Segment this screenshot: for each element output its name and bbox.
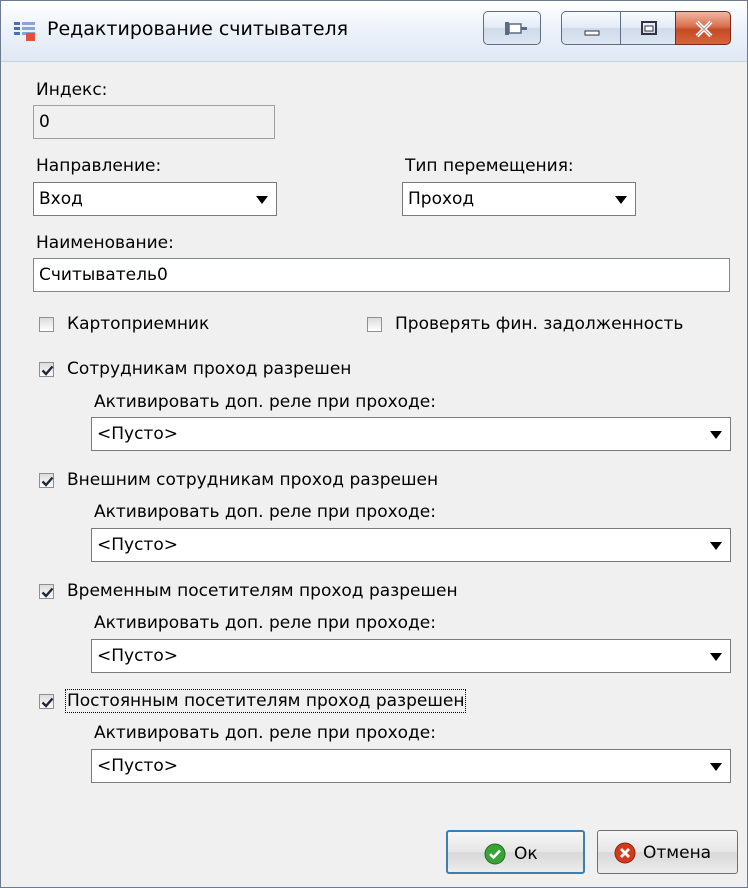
relay-value: <Пусто> [97, 756, 178, 776]
pin-button[interactable] [483, 11, 541, 45]
temporary-visitors-allowed-label: Временным посетителям проход разрешен [67, 581, 458, 601]
pin-icon [505, 22, 527, 35]
check-debt-checkbox[interactable] [367, 317, 382, 332]
relay-select-employees[interactable]: <Пусто> [91, 417, 731, 451]
relay-label: Активировать доп. реле при проходе: [94, 392, 436, 412]
checkmark-icon [41, 587, 54, 598]
chevron-down-icon [710, 542, 722, 550]
direction-select[interactable]: Вход [33, 182, 277, 216]
relay-label: Активировать доп. реле при проходе: [94, 613, 436, 633]
permanent-visitors-allowed-label: Постоянным посетителям проход разрешен [64, 689, 467, 713]
name-value: Считыватель0 [39, 265, 168, 285]
cancel-label: Отмена [643, 843, 712, 863]
close-button[interactable] [675, 11, 731, 45]
name-field[interactable]: Считыватель0 [33, 258, 730, 292]
check-debt-label: Проверять фин. задолженность [395, 314, 684, 334]
ok-button[interactable]: Ок [446, 830, 585, 874]
close-icon [695, 20, 713, 38]
movement-type-label: Тип перемещения: [405, 156, 574, 176]
index-label: Индекс: [36, 80, 108, 100]
checkmark-circle-icon [484, 843, 506, 865]
reader-edit-dialog: Редактирование считывателя Индекс: 0 Нап… [0, 0, 748, 888]
relay-label: Активировать доп. реле при проходе: [94, 723, 436, 743]
window-title: Редактирование считывателя [47, 18, 349, 40]
index-value: 0 [39, 112, 50, 132]
movement-type-value: Проход [408, 189, 475, 209]
employees-allowed-checkbox[interactable] [39, 362, 54, 377]
cancel-circle-icon [614, 842, 636, 864]
checkmark-icon [41, 365, 54, 376]
maximize-button[interactable] [620, 11, 676, 45]
chevron-down-icon [615, 196, 627, 204]
chevron-down-icon [256, 196, 268, 204]
minimize-button[interactable] [561, 11, 621, 45]
external-employees-allowed-label: Внешним сотрудникам проход разрешен [67, 470, 439, 490]
minimize-icon [584, 30, 600, 36]
app-icon [14, 22, 35, 41]
cancel-button[interactable]: Отмена [597, 830, 738, 874]
card-receiver-checkbox[interactable] [39, 317, 54, 332]
maximize-icon [641, 21, 657, 35]
direction-value: Вход [39, 189, 83, 209]
permanent-visitors-allowed-checkbox[interactable] [39, 694, 54, 709]
chevron-down-icon [710, 653, 722, 661]
index-field: 0 [33, 105, 275, 139]
relay-value: <Пусто> [97, 535, 178, 555]
movement-type-select[interactable]: Проход [402, 182, 636, 216]
chevron-down-icon [710, 431, 722, 439]
external-employees-allowed-checkbox[interactable] [39, 473, 54, 488]
temporary-visitors-allowed-checkbox[interactable] [39, 584, 54, 599]
checkmark-icon [41, 476, 54, 487]
card-receiver-label: Картоприемник [67, 314, 210, 334]
chevron-down-icon [710, 763, 722, 771]
relay-value: <Пусто> [97, 646, 178, 666]
ok-label: Ок [514, 844, 538, 864]
direction-label: Направление: [36, 156, 162, 176]
relay-label: Активировать доп. реле при проходе: [94, 502, 436, 522]
relay-select-temporary-visitors[interactable]: <Пусто> [91, 639, 731, 673]
relay-select-external-employees[interactable]: <Пусто> [91, 528, 731, 562]
title-bar[interactable]: Редактирование считывателя [1, 1, 747, 62]
relay-value: <Пусто> [97, 424, 178, 444]
checkmark-icon [41, 697, 54, 708]
relay-select-permanent-visitors[interactable]: <Пусто> [91, 749, 731, 783]
name-label: Наименование: [36, 233, 174, 253]
employees-allowed-label: Сотрудникам проход разрешен [67, 359, 352, 379]
